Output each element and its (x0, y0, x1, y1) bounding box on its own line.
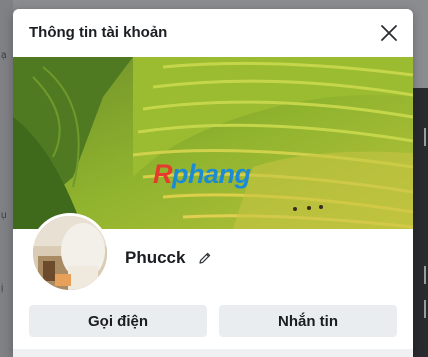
account-info-modal: Thông tin tài khoản Rphang Phucck Gọi đi… (13, 9, 413, 357)
background-text-fragment: ạ (1, 50, 7, 61)
background-text-fragment: ị (1, 283, 4, 294)
close-button[interactable] (377, 21, 401, 45)
edit-name-button[interactable] (197, 250, 213, 266)
cover-watermark: Rphang (153, 159, 251, 190)
close-icon (381, 25, 397, 41)
avatar[interactable] (30, 213, 110, 293)
profile-name: Phucck (125, 248, 186, 267)
modal-bottom-divider (13, 349, 413, 357)
cover-photo: Rphang (13, 57, 413, 229)
watermark-first-letter: R (153, 159, 173, 189)
call-button[interactable]: Gọi điện (29, 305, 207, 337)
modal-header: Thông tin tài khoản (13, 9, 413, 57)
avatar-photo (33, 216, 107, 290)
background-sidebar: ạ ụ ị (0, 0, 13, 357)
modal-title: Thông tin tài khoản (29, 24, 168, 41)
pencil-icon (199, 252, 211, 264)
profile-name-row: Phucck (125, 247, 213, 269)
background-text-fragment: ụ (1, 210, 7, 221)
rice-terrace-image (13, 57, 413, 229)
message-button[interactable]: Nhắn tin (219, 305, 397, 337)
watermark-text: phang (172, 159, 251, 189)
background-right-panel (413, 88, 428, 357)
